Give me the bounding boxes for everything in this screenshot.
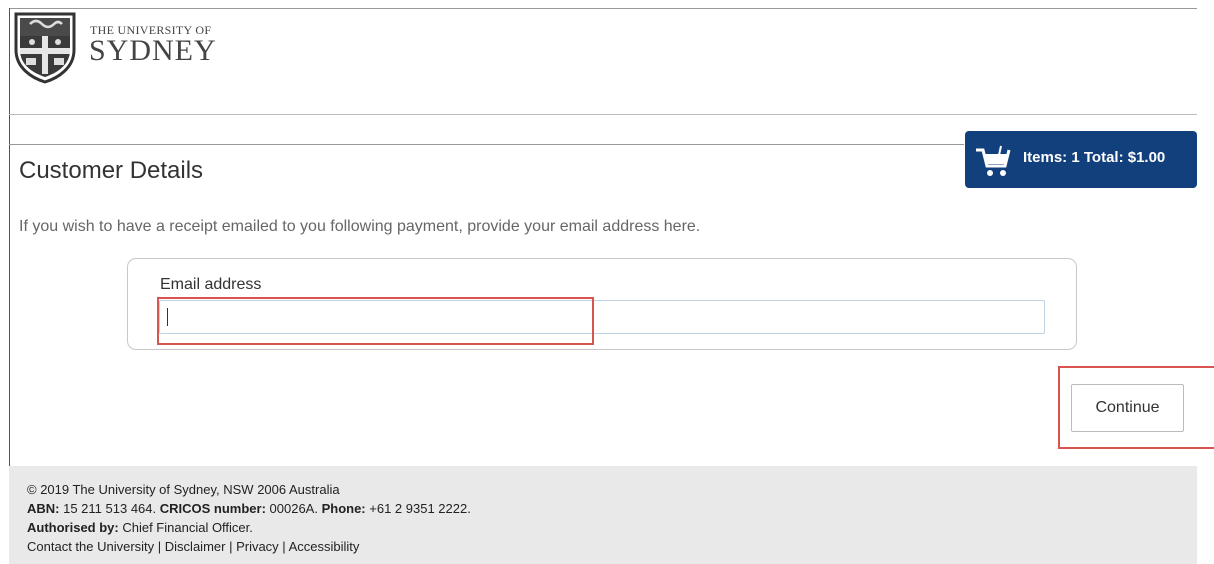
page-left-border [9,8,10,468]
footer-links: Contact the University | Disclaimer | Pr… [27,537,471,556]
text-caret [167,308,168,326]
intro-text: If you wish to have a receipt emailed to… [19,218,701,235]
authorised-label: Authorised by: [27,520,119,535]
phone-label: Phone: [321,501,366,516]
email-input[interactable] [159,300,1045,334]
link-separator: | [154,539,165,554]
authorised-value: Chief Financial Officer. [118,520,253,535]
content-divider [9,144,964,145]
link-separator: | [225,539,237,554]
abn-value: 15 211 513 464. [59,501,160,516]
footer-copyright: © 2019 The University of Sydney, NSW 200… [27,482,340,497]
footer-link-privacy[interactable]: Privacy [236,539,279,554]
footer-registration-line: ABN: 15 211 513 464. CRICOS number: 0002… [27,499,471,518]
header-divider [9,114,1197,115]
footer-link-contact[interactable]: Contact the University [27,539,154,554]
continue-button[interactable]: Continue [1071,384,1184,432]
cricos-value: 00026A. [265,501,322,516]
university-crest-icon [14,12,76,84]
footer: © 2019 The University of Sydney, NSW 200… [9,466,1197,564]
footer-authorised-line: Authorised by: Chief Financial Officer. [27,518,471,537]
brand-name-large: SYDNEY [89,34,217,67]
cart-summary-label: Items: 1 Total: $1.00 [1023,149,1166,166]
email-label: Email address [160,276,262,293]
page-title: Customer Details [19,157,204,184]
link-separator: | [278,539,289,554]
phone-value: +61 2 9351 2222. [365,501,471,516]
footer-link-disclaimer[interactable]: Disclaimer [165,539,226,554]
cart-summary-button[interactable]: Items: 1 Total: $1.00 [965,131,1197,188]
abn-label: ABN: [27,501,60,516]
cricos-label: CRICOS number: [159,501,266,516]
footer-link-accessibility[interactable]: Accessibility [289,539,360,554]
page-top-border [9,8,1197,9]
shopping-cart-icon [976,145,1011,176]
